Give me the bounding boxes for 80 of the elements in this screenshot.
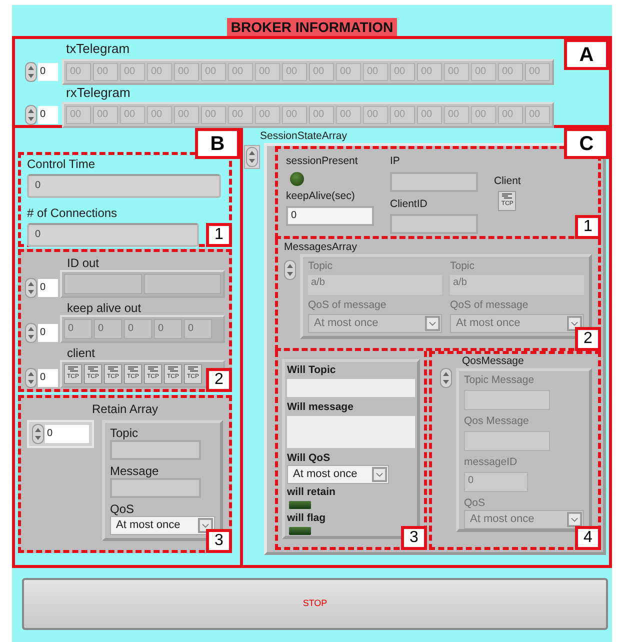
field-label: messageID	[464, 456, 518, 469]
value-field: a/b	[308, 275, 442, 295]
value-field: 0	[464, 472, 528, 492]
field-label: Message	[110, 464, 160, 478]
field-label: keepAlive(sec)	[286, 190, 356, 203]
field-label: QoS of message	[308, 299, 388, 312]
value-field: 0	[94, 319, 122, 339]
field-label: sessionPresent	[286, 155, 359, 168]
increment-decrement-control[interactable]	[246, 147, 258, 167]
field-label: Client	[494, 175, 521, 188]
field-label: Will Topic	[287, 364, 337, 377]
index-field[interactable]: 0	[38, 279, 58, 297]
increment-decrement-control[interactable]	[440, 368, 452, 388]
array-label: rxTelegram	[66, 84, 130, 100]
value-field: 0	[27, 223, 199, 247]
section-marker: 2	[575, 327, 601, 351]
value-field: 0	[124, 319, 152, 339]
field-label: will flag	[287, 512, 327, 525]
field-label: QoS	[110, 502, 136, 516]
increment-decrement-control[interactable]	[25, 62, 37, 82]
index-field[interactable]: 0	[38, 62, 58, 80]
array-label: txTelegram	[66, 41, 130, 57]
field-label: QoS	[464, 497, 486, 510]
field-label: Will message	[287, 401, 354, 414]
value-field[interactable]: 0	[286, 206, 374, 226]
field-label: Topic Message	[464, 374, 536, 387]
section-marker: 3	[206, 529, 232, 553]
field-label: Topic	[308, 260, 334, 273]
field-label: Will QoS	[287, 452, 332, 465]
index-field[interactable]: 0	[38, 369, 58, 387]
section-marker: 4	[575, 526, 601, 550]
qos-dropdown[interactable]: At most once	[110, 516, 215, 535]
array-label: SessionStateArray	[259, 130, 348, 143]
value-field[interactable]	[110, 478, 201, 498]
field-label: Topic	[450, 260, 476, 273]
panel-title: BROKER INFORMATION	[226, 18, 398, 36]
index-field[interactable]: 0	[38, 324, 58, 342]
caret-icon	[198, 518, 213, 533]
field-label: Control Time	[27, 157, 96, 171]
caret-icon	[567, 316, 582, 331]
section-marker: 1	[206, 223, 232, 247]
value-field: 0	[154, 319, 182, 339]
section-marker: 2	[206, 368, 232, 392]
array-label: Retain Array	[90, 402, 160, 416]
value-field: 0	[27, 174, 221, 198]
section-marker: A	[564, 39, 609, 70]
index-field[interactable]: 0	[45, 425, 89, 443]
increment-decrement-control[interactable]	[25, 368, 37, 388]
increment-decrement-control[interactable]	[25, 323, 37, 343]
value-field[interactable]	[287, 379, 415, 397]
array-label: client	[66, 346, 96, 360]
array-label: QosMessage	[461, 355, 525, 368]
field-label: # of Connections	[27, 206, 118, 220]
array-label: ID out	[66, 256, 100, 270]
field-label: Topic	[110, 426, 140, 440]
section-marker: 3	[401, 526, 427, 550]
index-field[interactable]: 0	[38, 106, 58, 124]
field-label: Qos Message	[464, 415, 530, 428]
caret-icon	[372, 467, 387, 482]
section-marker: B	[195, 128, 240, 159]
value-field[interactable]	[287, 416, 415, 448]
increment-decrement-control[interactable]	[25, 105, 37, 125]
qos-dropdown[interactable]: At most once	[287, 465, 389, 484]
field-label: QoS of message	[450, 299, 530, 312]
field-label: will retain	[287, 486, 336, 499]
array-label: keep alive out	[66, 301, 142, 315]
caret-icon	[567, 512, 582, 527]
caret-icon	[425, 316, 440, 331]
field-label: ClientID	[390, 198, 428, 211]
value-field: 0	[184, 319, 212, 339]
increment-decrement-control[interactable]	[25, 278, 37, 298]
value-field: a/b	[450, 275, 584, 295]
array-label: MessagesArray	[284, 241, 358, 254]
increment-decrement-control[interactable]	[32, 424, 44, 444]
section-marker: 1	[575, 215, 601, 239]
value-field: 0	[64, 319, 92, 339]
value-field[interactable]	[110, 440, 201, 460]
field-label: IP	[390, 155, 401, 168]
section-marker: C	[564, 128, 609, 159]
increment-decrement-control[interactable]	[284, 260, 296, 280]
